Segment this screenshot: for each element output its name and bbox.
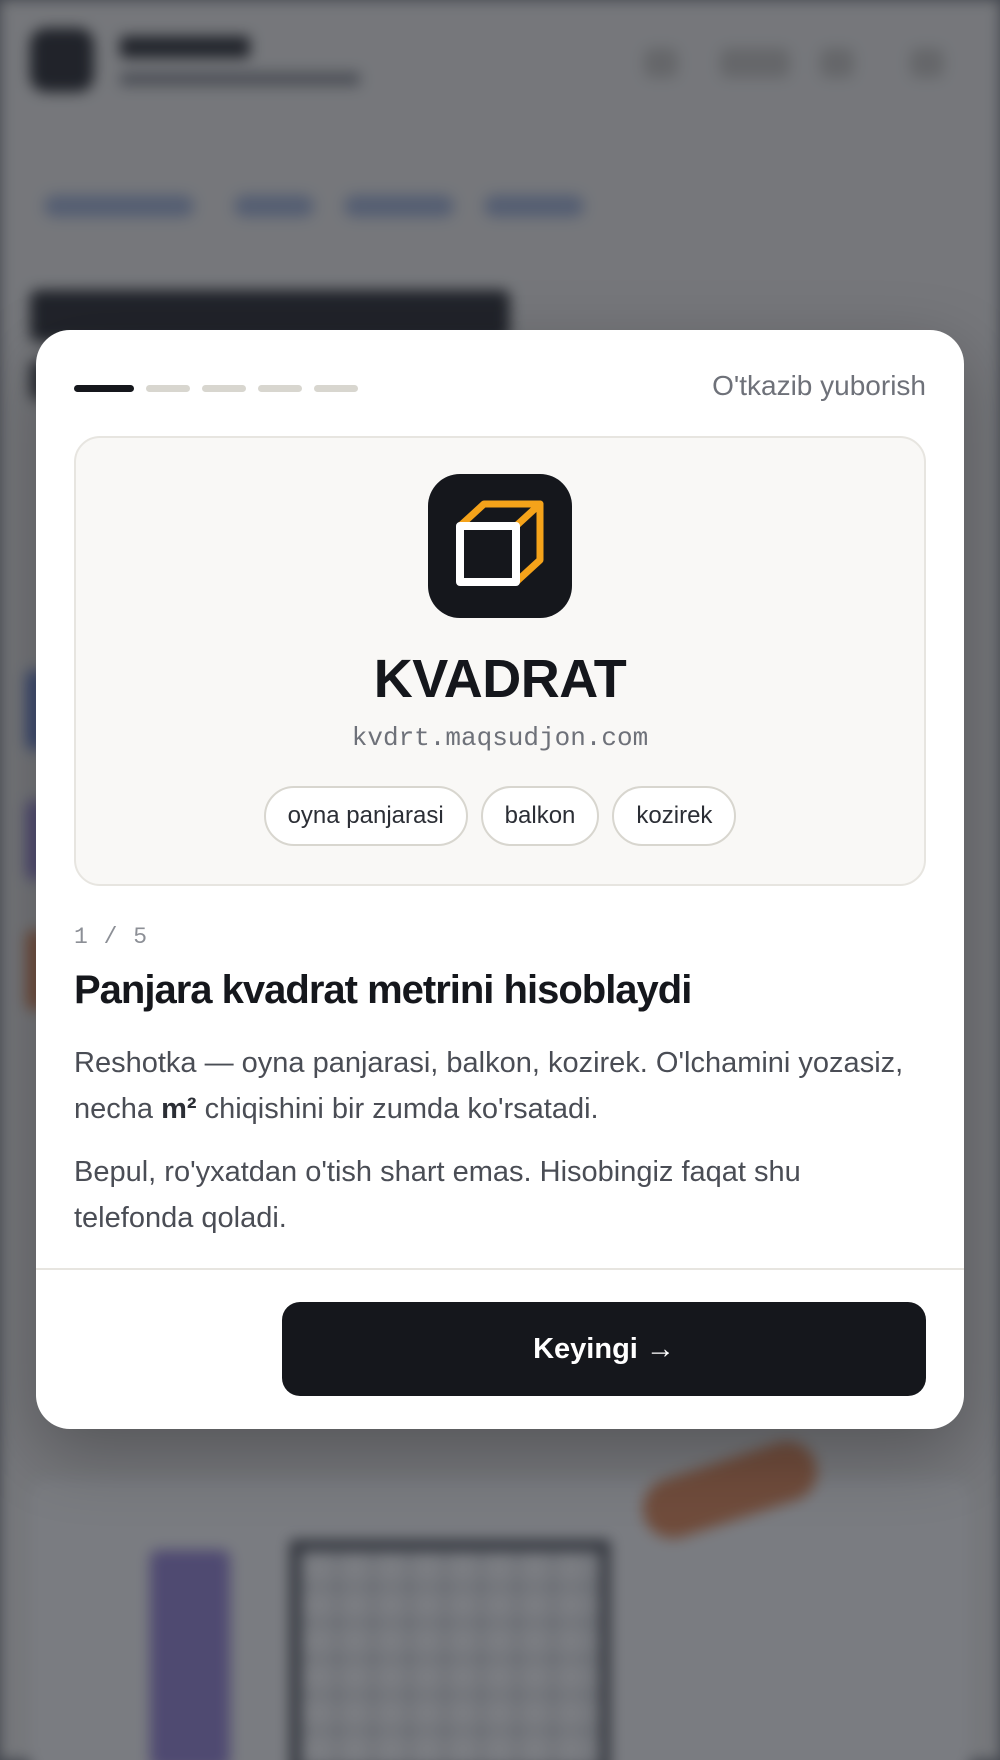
- next-button[interactable]: Keyingi →: [282, 1302, 926, 1396]
- unit-text: m²: [161, 1093, 197, 1125]
- slide-note: Bepul, ro'yxatdan o'tish shart emas. His…: [74, 1156, 801, 1234]
- progress-step-active: [74, 385, 134, 392]
- tag-list: oyna panjarasi balkon kozirek: [76, 786, 924, 846]
- tag-chip: balkon: [480, 786, 600, 846]
- slide-description: Reshotka — oyna panjarasi, balkon, kozir…: [74, 1040, 926, 1132]
- slide-counter: 1 / 5: [74, 924, 149, 950]
- skip-button[interactable]: O'tkazib yuboris​h: [712, 370, 926, 402]
- dialog-header: O'tkazib yuboris​h: [74, 370, 926, 406]
- progress-step: [314, 385, 358, 392]
- progress-step: [146, 385, 190, 392]
- tag-chip: kozirek: [612, 786, 737, 846]
- description-text: chiqishini bir zumda ko'rsatadi.: [196, 1093, 599, 1125]
- slide-title: Panjara kvadrat metrini hisoblaydi: [74, 968, 692, 1012]
- footer-divider: [36, 1268, 964, 1270]
- app-hero-card: KVADRAT kvdrt.maqsudjon.com oyna panjara…: [74, 436, 926, 886]
- app-logo-icon: [428, 474, 572, 618]
- progress-step: [258, 385, 302, 392]
- app-name: KVADRAT: [373, 649, 627, 709]
- app-url: kvdrt.maqsudjon.com: [351, 723, 649, 753]
- progress-step: [202, 385, 246, 392]
- onboarding-dialog: O'tkazib yuboris​h KVADRAT kvdrt.maqsudj…: [36, 330, 964, 1429]
- tag-chip: oyna panjarasi: [263, 786, 468, 846]
